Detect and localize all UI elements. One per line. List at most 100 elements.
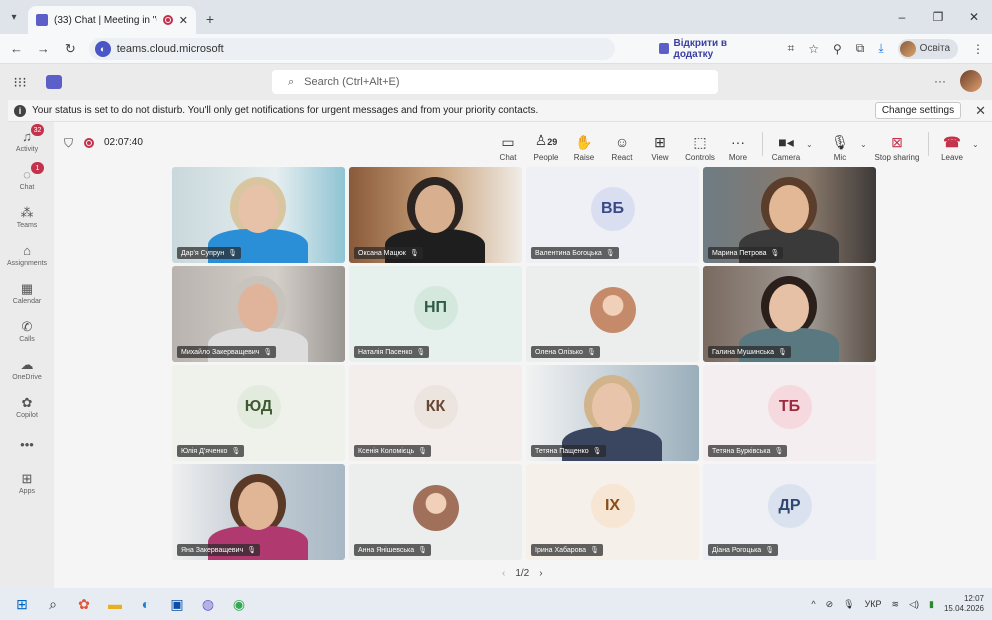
download-icon[interactable]: ⤓: [878, 41, 883, 56]
participant-tile[interactable]: Анна Янішевська 🎙: [349, 464, 522, 560]
participant-tile[interactable]: Марина Петрова 🎙: [703, 167, 876, 263]
close-window-button[interactable]: ✕: [956, 0, 992, 34]
teams-taskbar-icon[interactable]: ◍: [196, 592, 220, 616]
camera-options-chevron-icon[interactable]: ⌄: [806, 140, 813, 149]
new-tab-button[interactable]: +: [196, 5, 224, 33]
participant-tile[interactable]: КК Ксенія Коломієць 🎙: [349, 365, 522, 461]
rail-item-more[interactable]: •••: [0, 426, 54, 464]
clock[interactable]: 12:07 15.04.2026: [944, 594, 984, 614]
restore-button[interactable]: ❐: [920, 0, 956, 34]
rail-item-apps[interactable]: ⊞ Apps: [0, 464, 54, 502]
app-launcher-icon[interactable]: ⁝⁝⁝: [0, 74, 40, 91]
rail-item-onedrive[interactable]: ☁ OneDrive: [0, 350, 54, 388]
rail-item-chat[interactable]: ◌ 1 Chat: [0, 160, 54, 198]
rail-item-copilot[interactable]: ✿ Copilot: [0, 388, 54, 426]
leave-options-chevron-icon[interactable]: ⌄: [972, 140, 979, 149]
participant-tile[interactable]: Михайло Закерващевич 🎙: [172, 266, 345, 362]
volume-icon[interactable]: ◁): [909, 599, 919, 610]
close-tab-icon[interactable]: ✕: [179, 14, 188, 27]
browser-menu-icon[interactable]: ⋮: [972, 42, 984, 56]
participant-name-tag: Наталія Пасенко 🎙: [354, 346, 430, 358]
participant-tile[interactable]: Яна Закерващевич 🎙: [172, 464, 345, 560]
shield-icon[interactable]: ⛉: [64, 136, 73, 151]
rail-item-activity[interactable]: ♫ 32 Activity: [0, 122, 54, 160]
translate-icon[interactable]: ⌗: [787, 41, 794, 56]
next-page-button[interactable]: ›: [539, 568, 542, 579]
hand-icon: ✋: [575, 134, 593, 150]
participant-photo-avatar: [589, 287, 636, 334]
more-options-icon[interactable]: ···: [934, 74, 946, 88]
people-button[interactable]: ♙29 People: [526, 126, 566, 162]
mic-options-chevron-icon[interactable]: ⌄: [860, 140, 867, 149]
wifi-icon[interactable]: ≋: [892, 599, 900, 610]
tab-title: (33) Chat | Meeting in "Gen: [54, 14, 157, 26]
dnd-notification-bar: i Your status is set to do not disturb. …: [8, 100, 992, 122]
stop-sharing-label: Stop sharing: [874, 153, 920, 162]
minimize-button[interactable]: –: [884, 0, 920, 34]
language-indicator[interactable]: УКР: [865, 599, 882, 609]
chat-button[interactable]: ▭ Chat: [488, 126, 528, 162]
participant-tile[interactable]: НП Наталія Пасенко 🎙: [349, 266, 522, 362]
network-status-icon[interactable]: ⊘: [826, 599, 834, 610]
battery-icon[interactable]: ▮: [929, 599, 934, 610]
mic-tray-icon[interactable]: 🎙: [843, 599, 854, 610]
participant-tile[interactable]: Олена Олізько 🎙: [526, 266, 699, 362]
reload-button[interactable]: ↻: [62, 41, 79, 57]
show-hidden-icons-icon[interactable]: ^: [811, 599, 815, 609]
profile-button[interactable]: Освіта: [897, 38, 959, 59]
camera-label: Camera: [771, 153, 801, 162]
store-icon[interactable]: ▣: [165, 592, 189, 616]
mic-button[interactable]: 🎙 Mic: [820, 126, 860, 162]
change-settings-button[interactable]: Change settings: [874, 102, 962, 119]
mic-muted-icon: 🎙: [590, 547, 599, 554]
cloud-icon: ☁: [20, 356, 34, 372]
participant-name-tag: Тетяна Бурківська 🎙: [708, 445, 788, 457]
search-icon[interactable]: ⌕: [41, 592, 65, 616]
chrome-icon[interactable]: ◉: [227, 592, 251, 616]
participant-tile[interactable]: ІХ Ірина Хабарова 🎙: [526, 464, 699, 560]
participant-face: [238, 185, 278, 233]
edge-icon[interactable]: ◐: [134, 592, 158, 616]
more-button[interactable]: ··· More: [718, 126, 758, 162]
participant-tile[interactable]: Тетяна Пащенко 🎙: [526, 365, 699, 461]
controls-button[interactable]: ⬚ Controls: [680, 126, 720, 162]
browser-tab[interactable]: (33) Chat | Meeting in "Gen ✕: [28, 6, 196, 34]
participant-tile[interactable]: Дар'я Супрун 🎙: [172, 167, 345, 263]
user-avatar[interactable]: [960, 70, 982, 92]
search-box[interactable]: ⌕ Search (Ctrl+Alt+E): [272, 70, 718, 94]
forward-button[interactable]: →: [35, 41, 52, 56]
extension-icon[interactable]: ⚲: [833, 42, 842, 56]
stop-sharing-button[interactable]: ⊠ Stop sharing: [872, 126, 922, 162]
participant-tile[interactable]: Галина Мушинська 🎙: [703, 266, 876, 362]
back-button[interactable]: ←: [8, 41, 25, 56]
mic-muted-icon: 🎙: [765, 547, 775, 554]
start-windows-icon[interactable]: ⊞: [10, 592, 34, 616]
react-button[interactable]: ☺ React: [602, 126, 642, 162]
rail-item-calls[interactable]: ✆ Calls: [0, 312, 54, 350]
raise-hand-button[interactable]: ✋ Raise: [564, 126, 604, 162]
participant-name: Юлія Д'яченко: [181, 447, 228, 455]
view-button[interactable]: ⊞ View: [640, 126, 680, 162]
participant-tile[interactable]: ЮД Юлія Д'яченко 🎙: [172, 365, 345, 461]
app-rail: ♫ 32 Activity ◌ 1 Chat ⁂ Teams ⌂ Assignm…: [0, 122, 54, 588]
participant-tile[interactable]: Оксана Мацюк 🎙: [349, 167, 522, 263]
rail-item-teams[interactable]: ⁂ Teams: [0, 198, 54, 236]
site-info-icon[interactable]: ◐: [94, 40, 111, 57]
open-in-app-button[interactable]: Відкрити в додатку: [659, 38, 763, 60]
participant-tile[interactable]: ДР Діана Рогоцька 🎙: [703, 464, 876, 560]
prev-page-button[interactable]: ‹: [502, 568, 505, 579]
info-icon: i: [14, 104, 26, 117]
url-field[interactable]: ◐ teams.cloud.microsoft: [88, 37, 616, 60]
tab-search-chevron-icon[interactable]: ▾: [0, 3, 28, 31]
copilot-app-icon[interactable]: ✿: [72, 592, 96, 616]
puzzle-icon[interactable]: ⧉: [856, 41, 865, 56]
camera-button[interactable]: ■◂ Camera: [766, 126, 806, 162]
leave-button[interactable]: ☎ Leave: [932, 126, 972, 162]
rail-item-assignments[interactable]: ⌂ Assignments: [0, 236, 54, 274]
close-notification-icon[interactable]: ✕: [975, 103, 986, 119]
bookmark-star-icon[interactable]: ☆: [808, 42, 819, 56]
rail-item-calendar[interactable]: ▦ Calendar: [0, 274, 54, 312]
participant-tile[interactable]: ТБ Тетяна Бурківська 🎙: [703, 365, 876, 461]
participant-tile[interactable]: ВБ Валентина Богоцька 🎙: [526, 167, 699, 263]
file-explorer-icon[interactable]: ▬: [103, 592, 127, 616]
